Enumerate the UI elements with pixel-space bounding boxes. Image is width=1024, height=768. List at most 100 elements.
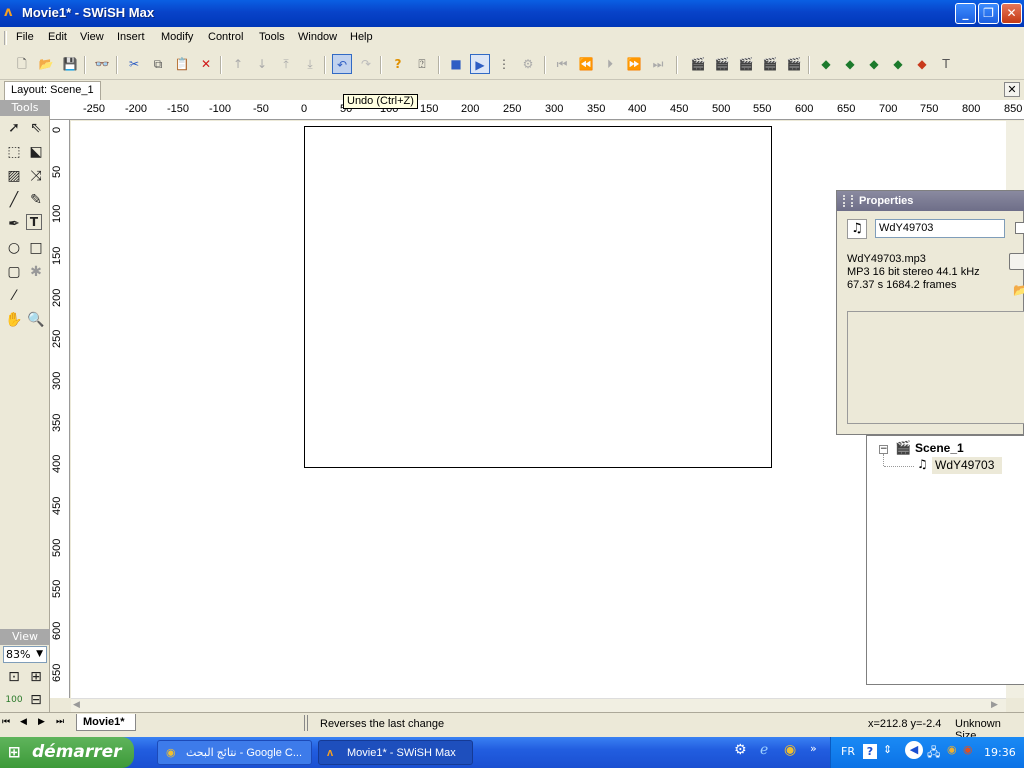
ellipse-tool-icon[interactable]: ○	[4, 238, 24, 258]
menu-view[interactable]: View	[80, 31, 104, 43]
rectangle-tool-icon[interactable]: □	[26, 238, 46, 258]
desktop-icon[interactable]: ⚙	[734, 742, 747, 758]
zoom-fit-icon[interactable]: ⊡	[4, 667, 24, 687]
rounded-rect-tool-icon[interactable]: ▢	[4, 262, 24, 282]
menu-help[interactable]: Help	[350, 31, 373, 43]
movie-tab[interactable]: Movie1*	[76, 714, 136, 731]
insert-group-icon[interactable]: 🎬	[760, 54, 780, 74]
panel-grip-icon[interactable]	[843, 195, 853, 207]
horizontal-scrollbar[interactable]: ◀ ▶	[71, 698, 1006, 712]
prev-frame-icon[interactable]: ⏪	[576, 54, 596, 74]
zoom-tool-icon[interactable]: 🔍	[26, 310, 46, 330]
step-frame-icon[interactable]: ⏵	[600, 54, 620, 74]
menu-modify[interactable]: Modify	[161, 31, 193, 43]
effect-icon[interactable]: ◆	[840, 54, 860, 74]
zoom-stage-icon[interactable]: ⊟	[26, 690, 46, 710]
paste-icon[interactable]: 📋	[172, 54, 192, 74]
tray-arrow-icon[interactable]: ⇕	[883, 743, 892, 756]
insert-sprite-icon[interactable]: 🎬	[712, 54, 732, 74]
insert-scene-icon[interactable]: 🎬	[688, 54, 708, 74]
move-bottom-icon[interactable]: ⤓	[300, 54, 320, 74]
task-swish[interactable]: ʌ Movie1* - SWiSH Max	[318, 740, 473, 765]
close-button[interactable]: ✕	[1001, 3, 1022, 24]
transform-tool-icon[interactable]: ⬕	[26, 142, 46, 162]
cut-icon[interactable]: ✂	[124, 54, 144, 74]
save-icon[interactable]: 💾	[60, 54, 80, 74]
zoom-selection-icon[interactable]: ⊞	[26, 667, 46, 687]
stop-icon[interactable]: ■	[446, 54, 466, 74]
sound-tray-icon[interactable]: ◉	[947, 743, 957, 756]
menu-file[interactable]: File	[16, 31, 34, 43]
select-tool-icon[interactable]: ➚	[4, 118, 24, 138]
move-down-icon[interactable]: ↓	[252, 54, 272, 74]
subselect-tool-icon[interactable]: ⇖	[26, 118, 46, 138]
line-tool-icon[interactable]: ╱	[4, 190, 24, 210]
effect-icon[interactable]: ◆	[888, 54, 908, 74]
first-tab-icon[interactable]: ⏮	[2, 717, 10, 727]
update-tray-icon[interactable]: ◉	[963, 743, 973, 756]
new-icon[interactable]: 🗋	[12, 54, 32, 74]
play-sound-button[interactable]	[1009, 253, 1024, 270]
context-help-icon[interactable]: ⍰	[412, 54, 432, 74]
menu-control[interactable]: Control	[208, 31, 243, 43]
text-tool-icon[interactable]: T	[26, 214, 42, 230]
scroll-left-icon[interactable]: ◀	[73, 700, 80, 710]
network-icon[interactable]: 🖧	[927, 743, 940, 764]
undo-icon[interactable]: ↶	[332, 54, 352, 74]
scene-item[interactable]: Scene_1	[915, 441, 964, 455]
redo-icon[interactable]: ↷	[356, 54, 376, 74]
menu-tools[interactable]: Tools	[259, 31, 285, 43]
object-name-field[interactable]: WdY49703	[875, 219, 1005, 238]
task-chrome[interactable]: ◉ نتائج البحث - Google C...	[157, 740, 312, 765]
layout-tab[interactable]: Layout: Scene_1	[4, 81, 101, 100]
sound-item[interactable]: WdY49703	[932, 457, 1002, 474]
last-frame-icon[interactable]: ⏭	[648, 54, 668, 74]
play-timeline-icon[interactable]: ⋮	[494, 54, 514, 74]
fill-transform-icon[interactable]: ▨	[4, 166, 24, 186]
play-effect-icon[interactable]: ⚙	[518, 54, 538, 74]
effect-icon[interactable]: ◆	[816, 54, 836, 74]
hand-tool-icon[interactable]: ✋	[4, 310, 24, 330]
open-folder-icon[interactable]: 📂	[1013, 283, 1024, 297]
help-icon[interactable]: ?	[388, 54, 408, 74]
autoshape-tool-icon[interactable]: ✱	[26, 262, 46, 282]
reshape-tool-icon[interactable]: ⬚	[4, 142, 24, 162]
open-icon[interactable]: 📂	[36, 54, 56, 74]
menu-edit[interactable]: Edit	[48, 31, 67, 43]
next-frame-icon[interactable]: ⏩	[624, 54, 644, 74]
insert-content-icon[interactable]: 🎬	[784, 54, 804, 74]
start-button[interactable]: ⊞ démarrer	[0, 737, 134, 768]
zoom-100-icon[interactable]: 100	[4, 690, 24, 710]
tray-back-icon[interactable]: ◀	[905, 741, 923, 759]
effect-icon[interactable]: ◆	[864, 54, 884, 74]
menu-insert[interactable]: Insert	[117, 31, 145, 43]
text-effect-icon[interactable]: T	[936, 54, 956, 74]
language-indicator[interactable]: FR	[841, 745, 855, 758]
collapse-icon[interactable]: −	[879, 445, 888, 454]
prev-tab-icon[interactable]: ◀	[20, 717, 27, 727]
preview-icon[interactable]: 👓	[92, 54, 112, 74]
stage[interactable]	[304, 126, 772, 468]
insert-button-icon[interactable]: 🎬	[736, 54, 756, 74]
target-checkbox[interactable]	[1015, 222, 1024, 234]
last-tab-icon[interactable]: ⏭	[56, 717, 64, 727]
chrome-quick-icon[interactable]: ◉	[784, 742, 796, 758]
first-frame-icon[interactable]: ⏮	[552, 54, 572, 74]
move-up-icon[interactable]: ↑	[228, 54, 248, 74]
show-more-icon[interactable]: »	[810, 742, 817, 755]
ie-icon[interactable]: ℯ	[760, 742, 768, 758]
layout-close-button[interactable]: ✕	[1004, 82, 1020, 97]
motion-path-icon[interactable]: ⤨	[26, 166, 46, 186]
play-icon[interactable]: ▶	[470, 54, 490, 74]
minimize-button[interactable]: _	[955, 3, 976, 24]
effect-icon[interactable]: ◆	[912, 54, 932, 74]
maximize-button[interactable]: ❐	[978, 3, 999, 24]
eyedropper-tool-icon[interactable]: ⁄	[4, 286, 24, 306]
next-tab-icon[interactable]: ▶	[38, 717, 45, 727]
move-top-icon[interactable]: ⤒	[276, 54, 296, 74]
zoom-select[interactable]: 83% ▼	[3, 646, 47, 663]
menu-window[interactable]: Window	[298, 31, 337, 43]
splitter[interactable]	[304, 715, 308, 731]
help-tray-icon[interactable]: ?	[863, 744, 877, 759]
delete-icon[interactable]: ✕	[196, 54, 216, 74]
